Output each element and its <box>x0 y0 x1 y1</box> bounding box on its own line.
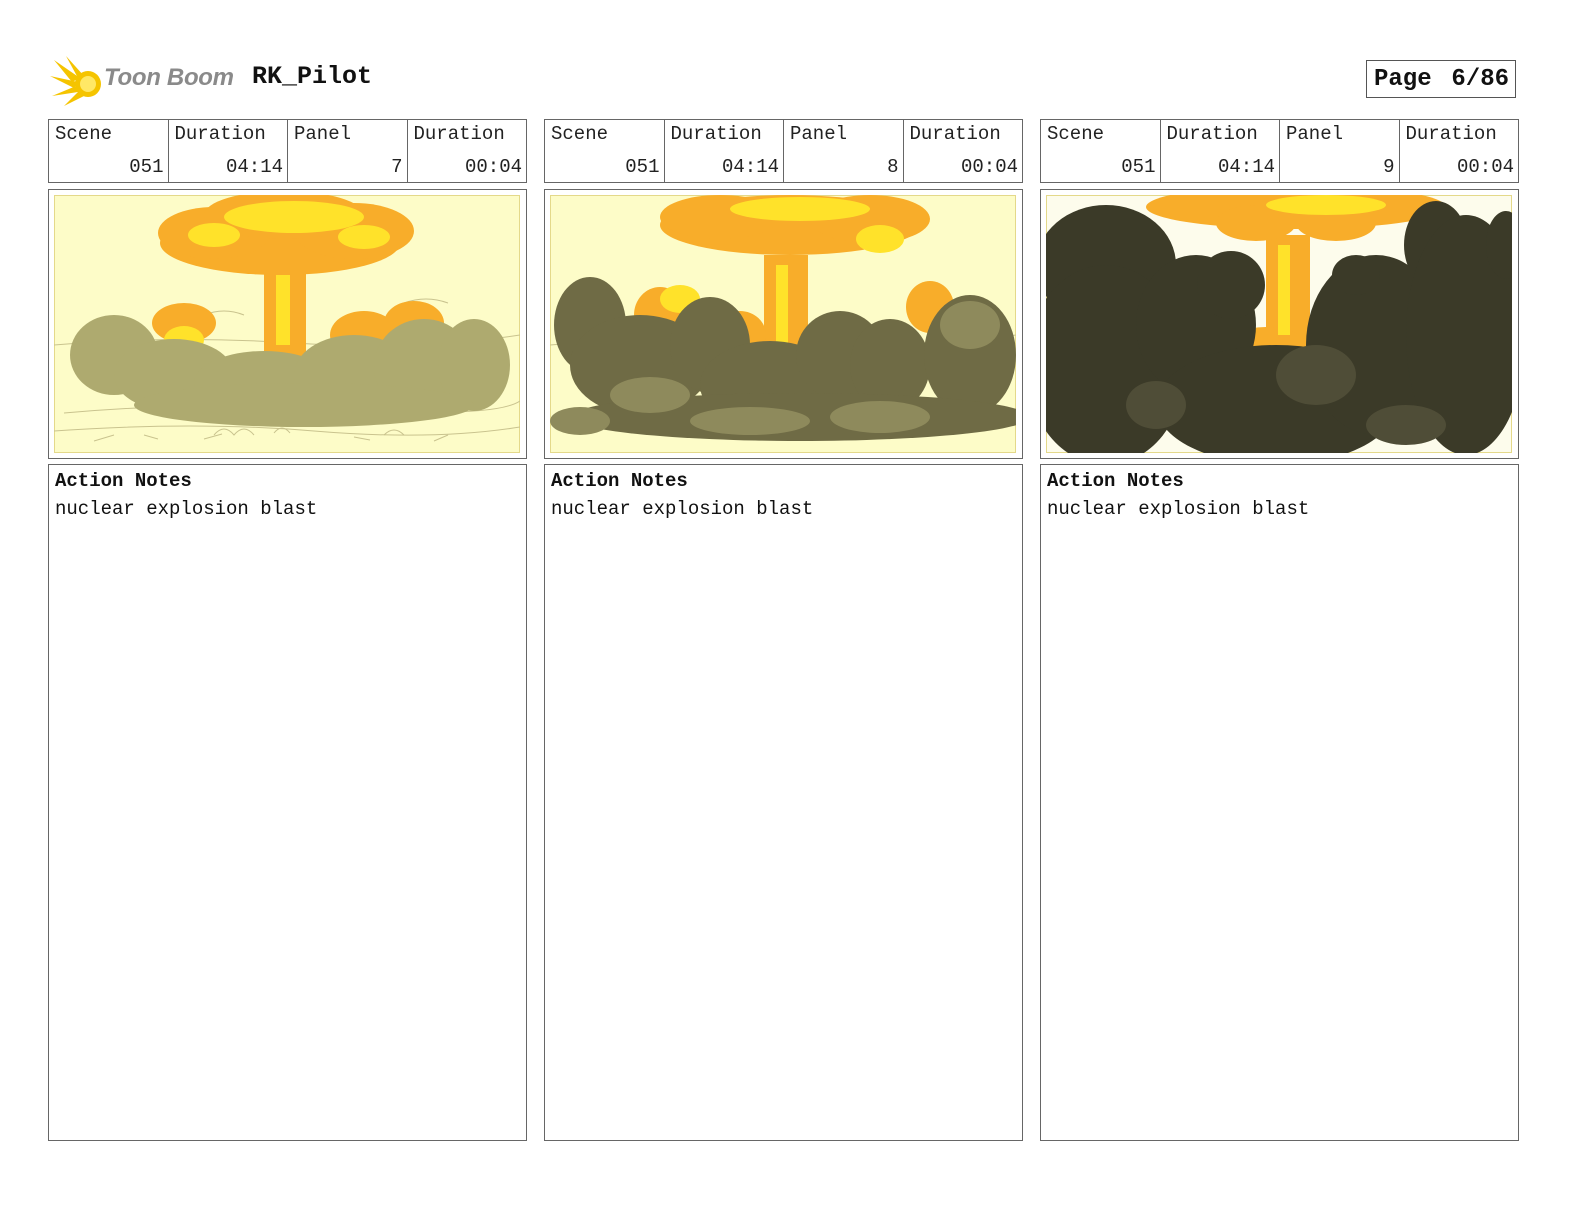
scene-duration-cell: Duration 04:14 <box>169 120 288 182</box>
panel-duration-cell: Duration 00:04 <box>408 120 527 182</box>
panel-label: Panel <box>294 123 352 145</box>
panel-duration: 00:04 <box>1456 156 1514 178</box>
page-label: Page <box>1374 65 1432 93</box>
duration-label: Duration <box>174 123 266 145</box>
panel-duration-cell: Duration 00:04 <box>1400 120 1519 182</box>
panel-image-frame <box>48 189 527 459</box>
scene-duration: 04:14 <box>1217 156 1275 178</box>
panel-info-bar: Scene 051 Duration 04:14 Panel 9 Duratio… <box>1040 119 1519 183</box>
brand-name: Toon Boom <box>104 64 234 91</box>
duration-label: Duration <box>670 123 762 145</box>
scene-number: 051 <box>1121 156 1156 178</box>
action-notes-text: nuclear explosion blast <box>1047 498 1310 520</box>
panel-duration: 00:04 <box>464 156 522 178</box>
nuclear-explosion-smoke-icon <box>550 195 1016 453</box>
panel-info-bar: Scene 051 Duration 04:14 Panel 8 Duratio… <box>544 119 1023 183</box>
panel-cell: Panel 9 <box>1280 120 1400 182</box>
panel-label: Panel <box>790 123 848 145</box>
nuclear-explosion-sketch-icon <box>54 195 520 453</box>
scene-cell: Scene 051 <box>545 120 665 182</box>
action-notes-title: Action Notes <box>55 470 192 492</box>
panel-cell: Panel 8 <box>784 120 904 182</box>
duration-label: Duration <box>1166 123 1258 145</box>
action-notes-title: Action Notes <box>551 470 688 492</box>
action-notes: Action Notes nuclear explosion blast <box>544 464 1023 1141</box>
scene-duration-cell: Duration 04:14 <box>1161 120 1280 182</box>
scene-label: Scene <box>551 123 609 145</box>
scene-label: Scene <box>55 123 113 145</box>
duration-label: Duration <box>1405 123 1497 145</box>
storyboard-header: Toon Boom RK_Pilot Page 6/86 <box>48 52 1536 108</box>
action-notes-text: nuclear explosion blast <box>55 498 318 520</box>
panel-duration-cell: Duration 00:04 <box>904 120 1023 182</box>
panel-duration: 00:04 <box>960 156 1018 178</box>
action-notes-text: nuclear explosion blast <box>551 498 814 520</box>
panel-image-frame <box>1040 189 1519 459</box>
action-notes: Action Notes nuclear explosion blast <box>1040 464 1519 1141</box>
panel-number: 7 <box>391 156 403 178</box>
scene-number: 051 <box>129 156 164 178</box>
scene-number: 051 <box>625 156 660 178</box>
page-indicator: Page 6/86 <box>1366 60 1516 98</box>
scene-duration: 04:14 <box>225 156 283 178</box>
panel-number: 9 <box>1383 156 1395 178</box>
action-notes: Action Notes nuclear explosion blast <box>48 464 527 1141</box>
duration-label: Duration <box>413 123 505 145</box>
scene-cell: Scene 051 <box>1041 120 1161 182</box>
panel-number: 8 <box>887 156 899 178</box>
scene-label: Scene <box>1047 123 1105 145</box>
panel-label: Panel <box>1286 123 1344 145</box>
page-number: 6/86 <box>1451 65 1509 93</box>
panel-info-bar: Scene 051 Duration 04:14 Panel 7 Duratio… <box>48 119 527 183</box>
action-notes-title: Action Notes <box>1047 470 1184 492</box>
panel-cell: Panel 7 <box>288 120 408 182</box>
scene-cell: Scene 051 <box>49 120 169 182</box>
panel-image-frame <box>544 189 1023 459</box>
scene-duration-cell: Duration 04:14 <box>665 120 784 182</box>
scene-duration: 04:14 <box>721 156 779 178</box>
project-title: RK_Pilot <box>252 62 373 91</box>
duration-label: Duration <box>909 123 1001 145</box>
toon-boom-logo-icon <box>50 56 101 106</box>
nuclear-explosion-dark-smoke-icon <box>1046 195 1512 453</box>
